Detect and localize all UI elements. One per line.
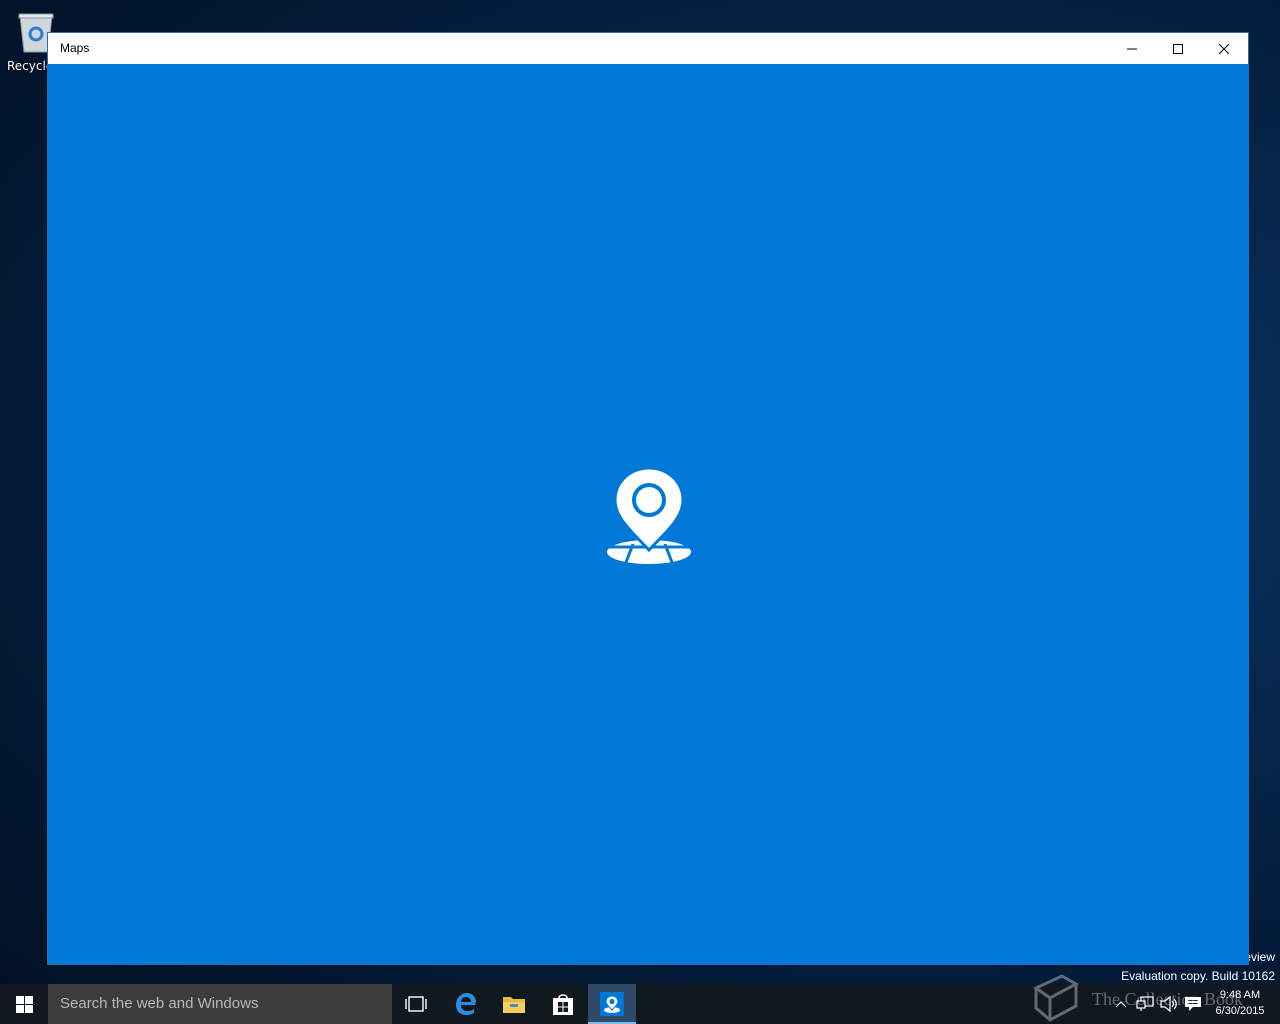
maximize-icon bbox=[1173, 43, 1183, 54]
watermark-build: Evaluation copy. Build 10162 bbox=[1121, 969, 1275, 983]
maps-pin-icon bbox=[607, 466, 691, 566]
file-explorer-taskbar-button[interactable] bbox=[490, 984, 538, 1024]
store-taskbar-button[interactable] bbox=[539, 984, 587, 1024]
edge-icon bbox=[456, 993, 476, 1015]
edge-taskbar-button[interactable] bbox=[442, 984, 490, 1024]
maps-taskbar-icon bbox=[600, 992, 624, 1016]
folder-icon bbox=[503, 997, 525, 1013]
book-watermark-icon bbox=[1033, 974, 1080, 1022]
window-title: Maps bbox=[60, 41, 90, 55]
taskbar: Search the web and Windows 9:48 AM 6/30/… bbox=[0, 984, 1280, 1024]
minimize-button[interactable] bbox=[1109, 33, 1155, 64]
store-icon bbox=[553, 994, 573, 1015]
start-button[interactable] bbox=[0, 984, 48, 1024]
close-icon bbox=[1219, 43, 1229, 54]
close-button[interactable] bbox=[1201, 33, 1247, 64]
search-input[interactable]: Search the web and Windows bbox=[48, 984, 392, 1024]
maps-splash-screen bbox=[48, 64, 1248, 964]
minimize-icon bbox=[1127, 48, 1137, 49]
maps-window[interactable]: Maps bbox=[47, 32, 1249, 965]
window-titlebar[interactable]: Maps bbox=[48, 33, 1248, 64]
task-view-icon bbox=[405, 996, 427, 1012]
maximize-button[interactable] bbox=[1155, 33, 1201, 64]
maps-taskbar-button[interactable] bbox=[588, 984, 636, 1024]
overlay-watermark-text: The Collection Book bbox=[1092, 989, 1243, 1009]
windows-logo-icon bbox=[15, 995, 33, 1013]
task-view-button[interactable] bbox=[392, 984, 440, 1024]
